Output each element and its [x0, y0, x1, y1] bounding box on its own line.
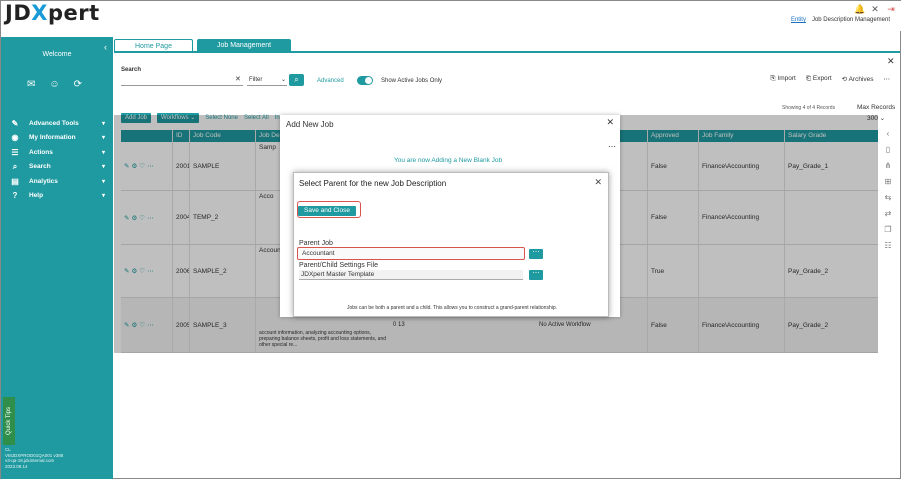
chevron-down-icon: ▾ — [101, 164, 105, 171]
max-records-label: Max Records — [857, 104, 896, 111]
settings-file-label: Parent/Child Settings File — [299, 262, 378, 269]
search-input[interactable] — [121, 75, 243, 86]
sidebar-item-label: My Information — [29, 134, 76, 142]
more-icon[interactable]: ⋯ — [884, 75, 891, 83]
top-bar: JDXpert 🔔 ✕ ⇥ Entity Job Description Man… — [1, 1, 901, 31]
search-icon: ⌕ — [12, 161, 18, 171]
archives-button[interactable]: ⟲ Archives — [842, 75, 874, 83]
export-button[interactable]: ⎗ Export — [806, 75, 832, 83]
sidebar-item-label: Advanced Tools — [29, 119, 79, 127]
import-label: Import — [777, 75, 796, 82]
export-label: Export — [812, 75, 832, 82]
chart-icon: ▤ — [11, 176, 19, 186]
settings-sliders-icon[interactable]: ☷ — [884, 241, 891, 250]
sidebar-item-advanced-tools[interactable]: ✎ Advanced Tools ▾ — [9, 116, 105, 131]
user-settings-icon[interactable]: ☺ — [49, 79, 59, 90]
sidebar-item-help[interactable]: ? Help ▾ — [9, 189, 105, 204]
chevron-left-icon[interactable]: ‹ — [887, 129, 890, 138]
close-icon[interactable]: ✕ — [606, 117, 614, 128]
list-icon: ☰ — [11, 147, 19, 157]
sidebar-menu: ✎ Advanced Tools ▾ ◉ My Information ▾ ☰ Actio… — [9, 116, 105, 203]
footer-line: 2023.09.14 — [5, 463, 28, 469]
import-button[interactable]: ⎘ Import — [770, 75, 795, 83]
copy-icon[interactable]: ❐ — [884, 225, 891, 234]
parent-job-field[interactable]: Accountant — [297, 247, 525, 260]
sidebar-item-label: Help — [29, 192, 44, 200]
tree-icon[interactable]: ⋔ — [885, 161, 892, 170]
sidebar-item-label: Analytics — [29, 177, 58, 185]
chevron-down-icon: ▾ — [101, 193, 105, 200]
sidebar-item-actions[interactable]: ☰ Actions ▾ — [9, 145, 105, 160]
records-count: Showing 4 of 4 Records — [782, 105, 836, 111]
sync-icon[interactable]: ⇄ — [885, 209, 892, 218]
sidebar: ‹ Welcome ✉ ☺ ⟳ ✎ Advanced Tools ▾ ◉ My Inf… — [1, 37, 113, 479]
close-icon[interactable]: ✕ — [887, 56, 895, 67]
modal-note: Jobs can be both a parent and a child. T… — [346, 305, 558, 311]
save-and-close-button[interactable]: Save and Close — [298, 206, 356, 216]
more-icon[interactable]: ⋯ — [608, 142, 616, 151]
settings-file-field[interactable]: JDXpert Master Template — [299, 270, 523, 280]
logo-text-x: X — [31, 1, 48, 25]
filter-select[interactable]: Filter ⌄ — [247, 75, 287, 86]
jdxpert-logo[interactable]: JDXpert — [5, 1, 100, 25]
sidebar-quick-icons: ✉ ☺ ⟳ — [27, 79, 82, 90]
chevron-down-icon: ⌄ — [879, 115, 886, 122]
advanced-search-link[interactable]: Advanced — [317, 78, 344, 84]
wrench-icon: ✎ — [11, 118, 19, 128]
bell-icon[interactable]: 🔔 — [854, 4, 865, 14]
right-toolbar: ⎘ Import ⎗ Export ⟲ Archives ⋯ — [770, 75, 890, 83]
user-circle-icon: ◉ — [11, 133, 19, 143]
show-active-toggle[interactable] — [357, 76, 373, 85]
document-icon[interactable]: ▯ — [886, 145, 890, 154]
export-icon: ⎗ — [805, 75, 812, 82]
sidebar-item-label: Actions — [29, 148, 53, 156]
sidebar-footer: CL VMJDXPROD01QA001 v388 v3-qa-18.jdxint… — [5, 447, 63, 469]
filter-value: Filter — [249, 77, 263, 83]
top-subnav: Entity Job Description Management — [791, 17, 890, 23]
search-icon: ⌕ — [294, 75, 299, 84]
quick-tips-tab[interactable]: Quick Tips — [3, 397, 15, 445]
sidebar-item-label: Search — [29, 163, 51, 171]
chevron-down-icon: ▾ — [101, 178, 105, 185]
add-job-title: Add New Job — [286, 120, 334, 129]
search-button[interactable]: ⌕ — [289, 74, 304, 86]
settings-file-lookup-button[interactable]: ⋯ — [529, 270, 543, 280]
chevron-down-icon: ⌄ — [280, 77, 286, 83]
close-icon[interactable]: ✕ — [594, 177, 602, 188]
help-icon: ? — [12, 191, 18, 201]
refresh-icon[interactable]: ⟳ — [74, 79, 82, 90]
parent-job-lookup-button[interactable]: ⋯ — [529, 249, 543, 259]
chevron-down-icon: ▾ — [101, 149, 105, 156]
clear-search-icon[interactable]: ✕ — [235, 75, 241, 83]
entity-link[interactable]: Entity — [791, 17, 806, 23]
select-parent-modal: Select Parent for the new Job Descriptio… — [293, 172, 609, 317]
chevron-down-icon: ▾ — [101, 120, 105, 127]
sidebar-item-search[interactable]: ⌕ Search ▾ — [9, 160, 105, 175]
right-rail: ‹ ▯ ⋔ ⊞ ⇆ ⇄ ❐ ☷ — [881, 129, 895, 250]
blank-job-message: You are now Adding a New Blank Job — [394, 157, 503, 164]
compare-icon[interactable]: ⇆ — [885, 193, 892, 202]
history-icon: ⟲ — [841, 76, 848, 83]
archives-label: Archives — [848, 76, 874, 83]
modal-title: Select Parent for the new Job Descriptio… — [299, 179, 447, 188]
top-icons: 🔔 ✕ ⇥ — [854, 4, 896, 14]
tools-icon[interactable]: ✕ — [870, 4, 880, 14]
show-active-label: Show Active Jobs Only — [381, 78, 443, 84]
logout-icon[interactable]: ⇥ — [886, 4, 896, 14]
sidebar-welcome: Welcome — [42, 51, 72, 58]
hierarchy-icon[interactable]: ⊞ — [885, 177, 892, 186]
tab-divider — [114, 51, 900, 53]
module-title: Job Description Management — [811, 17, 890, 23]
sidebar-item-analytics[interactable]: ▤ Analytics ▾ — [9, 174, 105, 189]
logo-text-left: JD — [5, 1, 32, 25]
logo-text-right: pert — [47, 1, 100, 25]
import-icon: ⎘ — [770, 75, 776, 82]
mail-icon[interactable]: ✉ — [27, 79, 35, 90]
parent-job-label: Parent Job — [299, 240, 333, 247]
chevron-down-icon: ▾ — [101, 135, 105, 142]
sidebar-item-my-information[interactable]: ◉ My Information ▾ — [9, 131, 106, 146]
search-label: Search — [121, 67, 142, 73]
